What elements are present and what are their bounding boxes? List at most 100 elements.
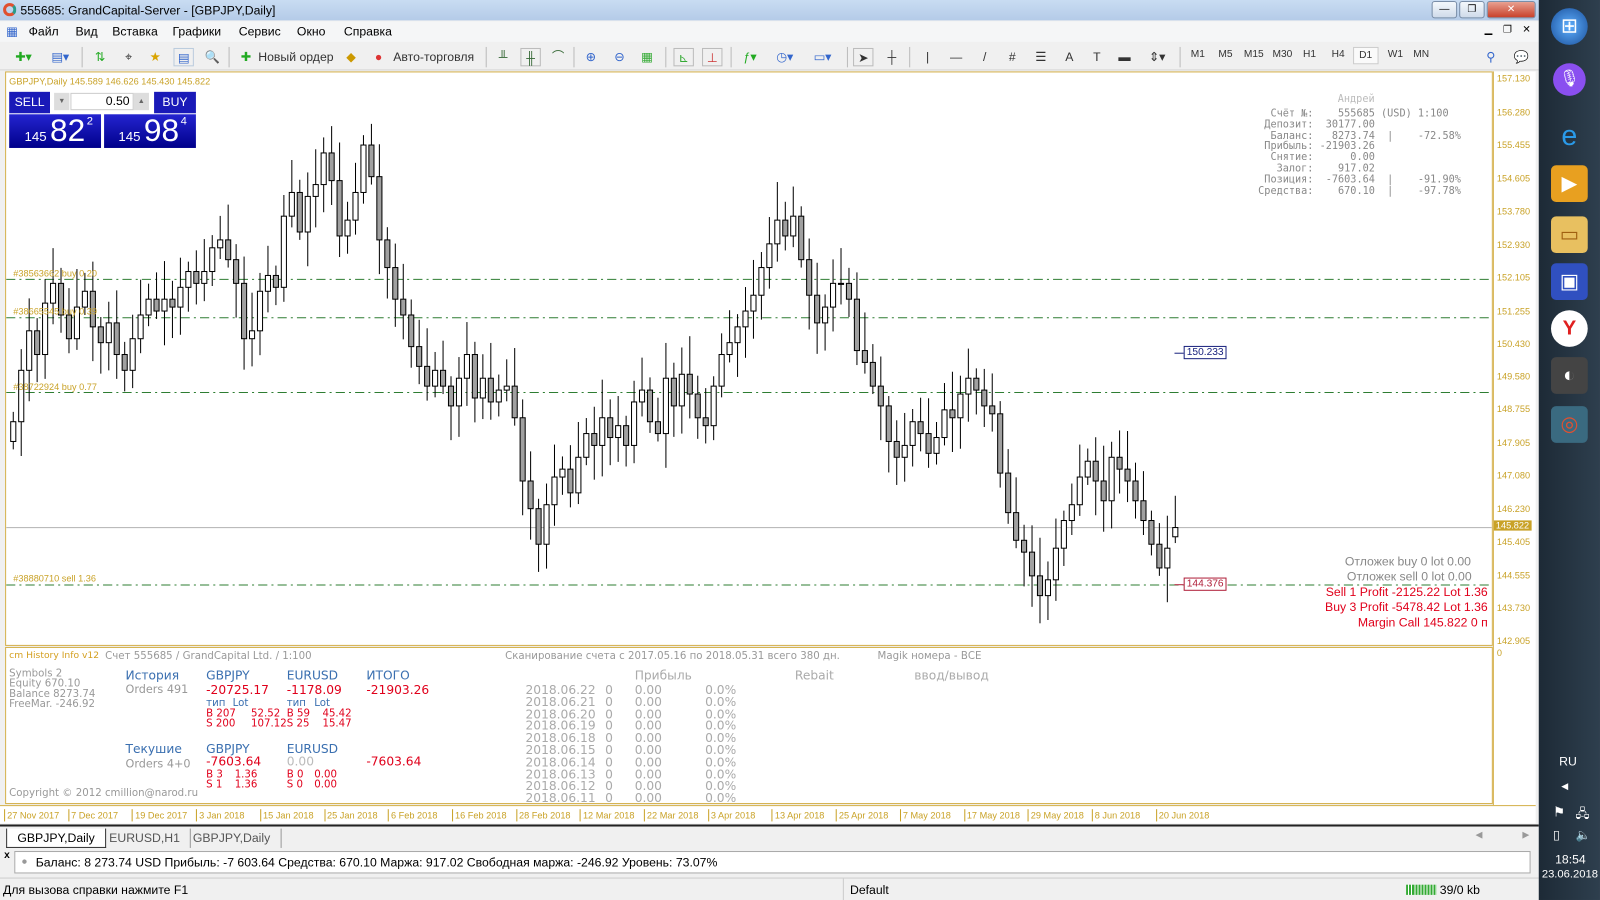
lot-input[interactable]: 0.50 [70,92,134,111]
bid-price[interactable]: 145 82 2 [9,112,102,148]
arrows-icon[interactable]: ⇕▾ [1143,48,1172,66]
power-icon[interactable]: ▯ [1553,828,1560,842]
new-chart-icon[interactable]: ✚▾ [8,48,39,66]
search-icon[interactable]: ⚲ [1482,48,1500,66]
navigator-icon[interactable]: ★ [145,48,165,66]
tab-gbpjpy-daily-2[interactable]: GBPJPY,Daily [183,828,282,848]
crosshair-icon[interactable]: ┼ [883,48,901,66]
menu-service[interactable]: Сервис [239,24,281,38]
buy-button[interactable]: BUY [154,91,196,114]
periods-icon[interactable]: ◷▾ [771,48,798,66]
tab-gbpjpy-daily[interactable]: GBPJPY,Daily [6,828,106,848]
current-total: -7603.64 [366,754,422,769]
show-hidden-icons[interactable]: ◀ [1561,781,1568,792]
templates-icon[interactable]: ▭▾ [808,48,837,66]
minimize-button[interactable]: — [1431,1,1458,19]
timeframe-w1[interactable]: W1 [1388,49,1403,60]
chat-icon[interactable]: 💬 [1510,48,1532,66]
action-center-flag-icon[interactable]: ⚑ [1553,804,1565,820]
price-label-box[interactable]: 144.376 [1183,577,1227,591]
menu-help[interactable]: Справка [344,24,392,38]
cursor-icon[interactable]: ➤ [853,47,874,67]
language-indicator[interactable]: RU [1559,754,1577,768]
lot-decrease-button[interactable]: ▼ [54,92,70,111]
equidistant-channel-icon[interactable]: # [1003,48,1021,66]
timeframe-m1[interactable]: M1 [1191,49,1205,60]
chart-shift-icon[interactable]: ⊥ [702,47,723,67]
indicators-icon[interactable]: ƒ▾ [737,48,764,66]
timeframe-m15[interactable]: M15 [1244,49,1264,60]
timeframe-m30[interactable]: M30 [1272,49,1292,60]
candle-body [646,389,654,423]
timeframe-m5[interactable]: M5 [1218,49,1232,60]
text-icon[interactable]: A [1060,48,1078,66]
start-button-icon[interactable]: ⊞ [1551,8,1588,45]
horizontal-line-icon[interactable]: — [947,48,965,66]
maximize-button[interactable]: ❐ [1459,1,1485,19]
menu-window[interactable]: Окно [297,24,325,38]
account-summary[interactable]: ● Баланс: 8 273.74 USD Прибыль: -7 603.6… [14,851,1531,874]
zoom-out-icon[interactable]: ⊖ [610,48,628,66]
child-close-button[interactable]: ✕ [1522,24,1531,35]
profile-name[interactable]: Default [850,883,889,897]
terminal-icon[interactable]: ▤ [173,47,194,67]
scroll-tabs-left-icon[interactable]: ◀ [1475,830,1482,841]
order-line-label[interactable]: #38722924 buy 0.77 [13,381,97,391]
trendline-icon[interactable]: / [976,48,994,66]
volume-icon[interactable]: 🔈 [1575,828,1590,842]
line-chart-icon[interactable]: ⌒ [549,48,567,66]
order-line-label[interactable]: #38563662 buy 0.20 [13,268,97,278]
timeframe-h4[interactable]: H4 [1332,49,1345,60]
metatrader-icon[interactable]: ◎ [1551,406,1588,443]
text-label-icon[interactable]: T [1088,48,1106,66]
candle-body [853,298,860,352]
lot-increase-button[interactable]: ▲ [133,92,149,111]
new-order-button[interactable]: Новый ордер [256,48,336,66]
menu-charts[interactable]: Графики [172,24,221,38]
clock-date[interactable]: 23.06.2018 [1542,868,1598,880]
autoscroll-icon[interactable]: ⊾ [673,47,694,67]
data-window-icon[interactable]: ⌖ [118,48,138,66]
folder-icon[interactable]: ▭ [1551,216,1588,254]
child-minimize-button[interactable]: ▁ [1485,24,1493,35]
metaeditor-icon[interactable]: ◆ [342,48,360,66]
profiles-icon[interactable]: ▤▾ [45,48,76,66]
close-button[interactable]: ✕ [1486,1,1536,19]
scroll-tabs-right-icon[interactable]: ▶ [1522,830,1529,841]
timeframe-mn[interactable]: MN [1413,49,1429,60]
network-icon[interactable]: 🖧 [1575,804,1589,825]
microphone-icon[interactable]: 🎙 [1553,63,1586,96]
child-restore-button[interactable]: ❐ [1503,24,1512,35]
menu-view[interactable]: Вид [76,24,98,38]
order-line-label[interactable]: #38880710 sell 1.36 [13,574,96,584]
menu-insert[interactable]: Вставка [112,24,158,38]
media-player-icon[interactable]: ▶ [1551,165,1588,203]
candle-body [607,417,614,439]
price-label-box[interactable]: 150.233 [1183,346,1227,360]
ask-price[interactable]: 145 98 4 [104,112,196,148]
internet-explorer-icon[interactable]: e [1551,117,1588,154]
rectangle-icon[interactable]: ▬ [1115,48,1133,66]
candle-body [248,330,256,340]
timeframe-h1[interactable]: H1 [1303,49,1316,60]
candlestick-icon[interactable]: ╫ [520,47,541,67]
close-terminal-icon[interactable]: x [4,850,10,861]
timeframe-d1[interactable]: D1 [1353,46,1379,65]
menu-file[interactable]: Файл [29,24,59,38]
zoom-in-icon[interactable]: ⊕ [582,48,600,66]
tile-windows-icon[interactable]: ▦ [638,48,656,66]
market-watch-icon[interactable]: ⇅ [90,48,110,66]
app-icon[interactable]: ◐ [1551,357,1588,394]
sell-button[interactable]: SELL [9,91,50,114]
order-line-label[interactable]: #38665545 buy 0.39 [13,307,97,317]
tester-icon[interactable]: 🔍 [202,48,222,66]
fibonacci-icon[interactable]: ☰ [1032,48,1050,66]
auto-trading-button[interactable]: Авто-торговля [390,48,478,66]
vertical-line-icon[interactable]: | [918,48,936,66]
tab-eurusd-h1[interactable]: EURUSD,H1 [99,828,192,848]
bar-chart-icon[interactable]: ╨ [494,48,512,66]
save-icon[interactable]: ▣ [1551,263,1588,300]
price-chart[interactable]: GBPJPY,Daily 145.589 146.626 145.430 145… [5,71,1493,646]
clock-time[interactable]: 18:54 [1555,852,1586,866]
yandex-browser-icon[interactable]: Y [1551,310,1588,347]
